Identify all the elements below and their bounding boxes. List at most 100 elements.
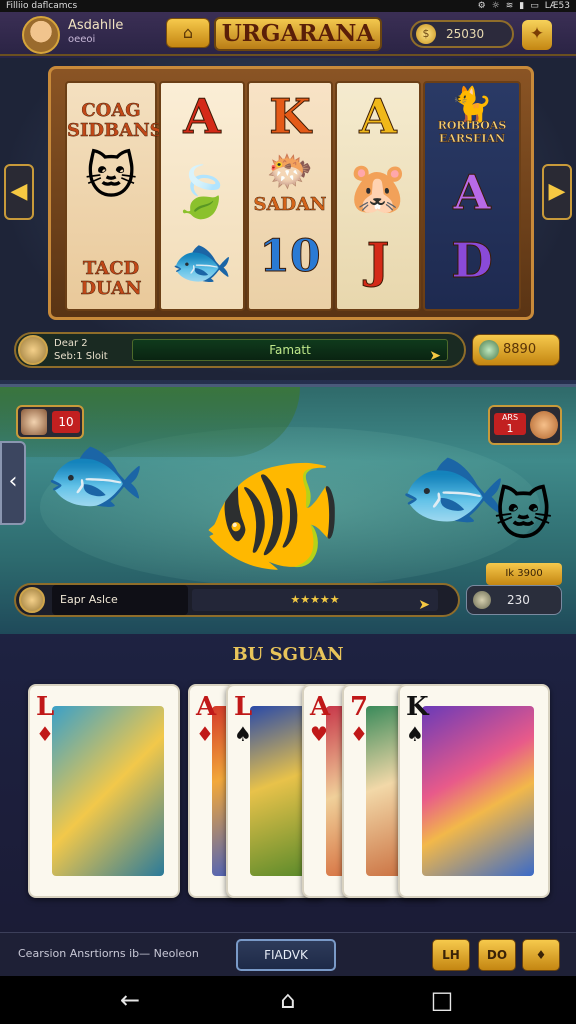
status-left: Filliio daflcamcs	[6, 1, 78, 11]
reel-symbol-letter: J	[366, 233, 390, 290]
star-icon: ✦	[529, 24, 545, 44]
coin-amount: 25030	[446, 27, 485, 41]
cat-icon: 🐱	[494, 483, 553, 548]
stars-text: ★★★★★	[290, 593, 340, 606]
status-time: LÆ53	[544, 1, 570, 11]
lobby-button[interactable]: ⌂	[166, 18, 210, 48]
coin-icon: $	[416, 24, 436, 44]
favorites-button[interactable]: ✦	[522, 20, 552, 50]
player1-score: 10	[52, 411, 80, 433]
playing-card-king[interactable]: K ♠	[398, 684, 550, 898]
spade-icon: ♠	[406, 722, 424, 746]
reel-2[interactable]: A 🍃 🐟	[159, 81, 245, 311]
cat-symbol-icon: 🐱	[84, 147, 138, 205]
fish-reward: Ik 3900	[486, 563, 562, 585]
player-avatar[interactable]	[22, 16, 60, 54]
jumping-fish-icon[interactable]: 🐟	[398, 435, 508, 539]
reel-symbol-text: TACD DUAN	[80, 258, 142, 299]
player-level: oeeoi	[68, 34, 96, 45]
fish-symbol-icon: 🐡	[266, 149, 314, 193]
card-rank: A	[196, 692, 217, 722]
diamond-icon: ♦	[196, 722, 214, 746]
side-panel-toggle[interactable]: ‹	[0, 441, 26, 525]
reel-4[interactable]: A 🐹 J	[335, 81, 421, 311]
diamond-icon: ♦	[350, 722, 368, 746]
card-art-fish	[52, 706, 164, 876]
back-icon[interactable]: ←	[106, 984, 154, 1016]
spade-icon: ♠	[234, 722, 252, 746]
reel-symbol-letter: D	[451, 233, 494, 290]
reel-symbol-text: SADAN	[253, 194, 327, 215]
card-rank: L	[36, 692, 55, 722]
mini-button-3[interactable]: ♦	[522, 939, 560, 971]
chest-icon: ⌂	[182, 23, 194, 42]
slot-reels-frame: COAG SIDBANS 🐱 TACD DUAN A 🍃 🐟 K 🐡 SADAN…	[48, 66, 534, 320]
bet-label: Dear 2 Seb:1 Sloit	[54, 334, 132, 366]
reel-symbol-letter: A	[453, 165, 491, 222]
mini-button-1[interactable]: LH	[432, 939, 470, 971]
bet-progress: Famatt ➤	[132, 339, 448, 364]
fishing-status-bar[interactable]: Eapr Aslce ★★★★★ ➤	[14, 583, 460, 617]
battery-icon: ▭	[530, 1, 539, 11]
signal-icon: ▮	[519, 1, 525, 11]
card-rank: K	[406, 692, 429, 722]
play-button[interactable]: FIADVK	[236, 939, 336, 971]
player2-score-value: 1	[506, 422, 514, 435]
big-fish-icon[interactable]: 🐠	[200, 447, 344, 583]
fisher-avatar	[19, 587, 45, 613]
playing-card[interactable]: L ♦	[28, 684, 180, 898]
cards-title: BU SGUAN	[232, 644, 344, 665]
recents-icon[interactable]: □	[418, 984, 466, 1016]
player2-score: ARS 1	[494, 413, 526, 435]
reel-symbol-letter: K	[269, 89, 312, 146]
arrow-right-icon: ➤	[429, 348, 441, 364]
reel-3[interactable]: K 🐡 SADAN 10	[247, 81, 333, 311]
win-amount: 8890	[503, 342, 537, 357]
fishing-game: 🐟 🐠 🐟 🐱 10 ARS 1 ‹ Ik 3900 Eapr Aslce ★★…	[0, 384, 576, 634]
chevron-left-icon: ◀	[10, 179, 28, 204]
chevron-left-icon: ‹	[8, 469, 18, 494]
compass-icon	[473, 591, 491, 609]
system-navbar: ← ⌂ □	[0, 976, 576, 1024]
mini-button-2[interactable]: DO	[478, 939, 516, 971]
reel-symbol-letter: A	[359, 89, 397, 146]
coin-balance[interactable]: $ 25030	[410, 20, 514, 48]
fish-icon[interactable]: 🐟	[44, 427, 146, 523]
diamond-icon: ♦	[36, 722, 54, 746]
win-amount-button[interactable]: 8890	[472, 334, 560, 366]
leaf-symbol-icon: 🍃	[170, 163, 234, 221]
slot-next-button[interactable]: ▶	[542, 164, 572, 220]
status-bar: Filliio daflcamcs ⚙ ☼ ≋ ▮ ▭ LÆ53	[0, 0, 576, 12]
home-icon[interactable]: ⌂	[264, 984, 312, 1016]
chevron-right-icon: ▶	[548, 179, 566, 204]
fishing-score: 230	[507, 593, 530, 607]
player1-avatar	[21, 409, 47, 435]
brightness-icon: ☼	[491, 1, 500, 11]
game-app: Filliio daflcamcs ⚙ ☼ ≋ ▮ ▭ LÆ53 Asdahll…	[0, 0, 576, 1024]
player2-badge: ARS 1	[488, 405, 562, 445]
card-rank: A	[310, 692, 331, 722]
player1-badge: 10	[16, 405, 84, 439]
card-rank: 7	[350, 692, 369, 722]
card-art-portrait	[422, 706, 534, 876]
bet-bar[interactable]: Dear 2 Seb:1 Sloit Famatt ➤	[14, 332, 466, 368]
reel-symbol-letter: A	[183, 89, 221, 146]
slot-prev-button[interactable]: ◀	[4, 164, 34, 220]
bet-label-line-2: Seb:1 Sloit	[54, 351, 108, 362]
reel-symbol-text: COAG SIDBANS	[67, 100, 163, 141]
slot-machine: ◀ ▶ COAG SIDBANS 🐱 TACD DUAN A 🍃 🐟 K 🐡 S…	[0, 58, 576, 380]
bottom-bar: Cearsion Ansrtiorns ib— Neoleon FIADVK L…	[0, 932, 576, 976]
bet-label-line-1: Dear 2	[54, 338, 88, 349]
bet-avatar	[18, 335, 48, 365]
reel-1[interactable]: COAG SIDBANS 🐱 TACD DUAN	[65, 81, 163, 311]
player2-avatar	[530, 411, 558, 439]
hamster-symbol-icon: 🐹	[346, 159, 410, 217]
game-title: URGARANA	[214, 17, 382, 51]
top-header: Asdahlle oeeoi ⌂ URGARANA $ 25030 ✦	[0, 12, 576, 56]
card-art-fish	[250, 706, 310, 876]
bottom-info-text: Cearsion Ansrtiorns ib— Neoleon	[18, 947, 199, 960]
fishing-score-button[interactable]: 230	[466, 585, 562, 615]
heart-icon: ♥	[310, 722, 328, 746]
reel-5[interactable]: ♛ 🐈 RORIBOAS EARSEIAN A D	[423, 81, 521, 311]
player-name: Asdahlle	[68, 18, 124, 33]
